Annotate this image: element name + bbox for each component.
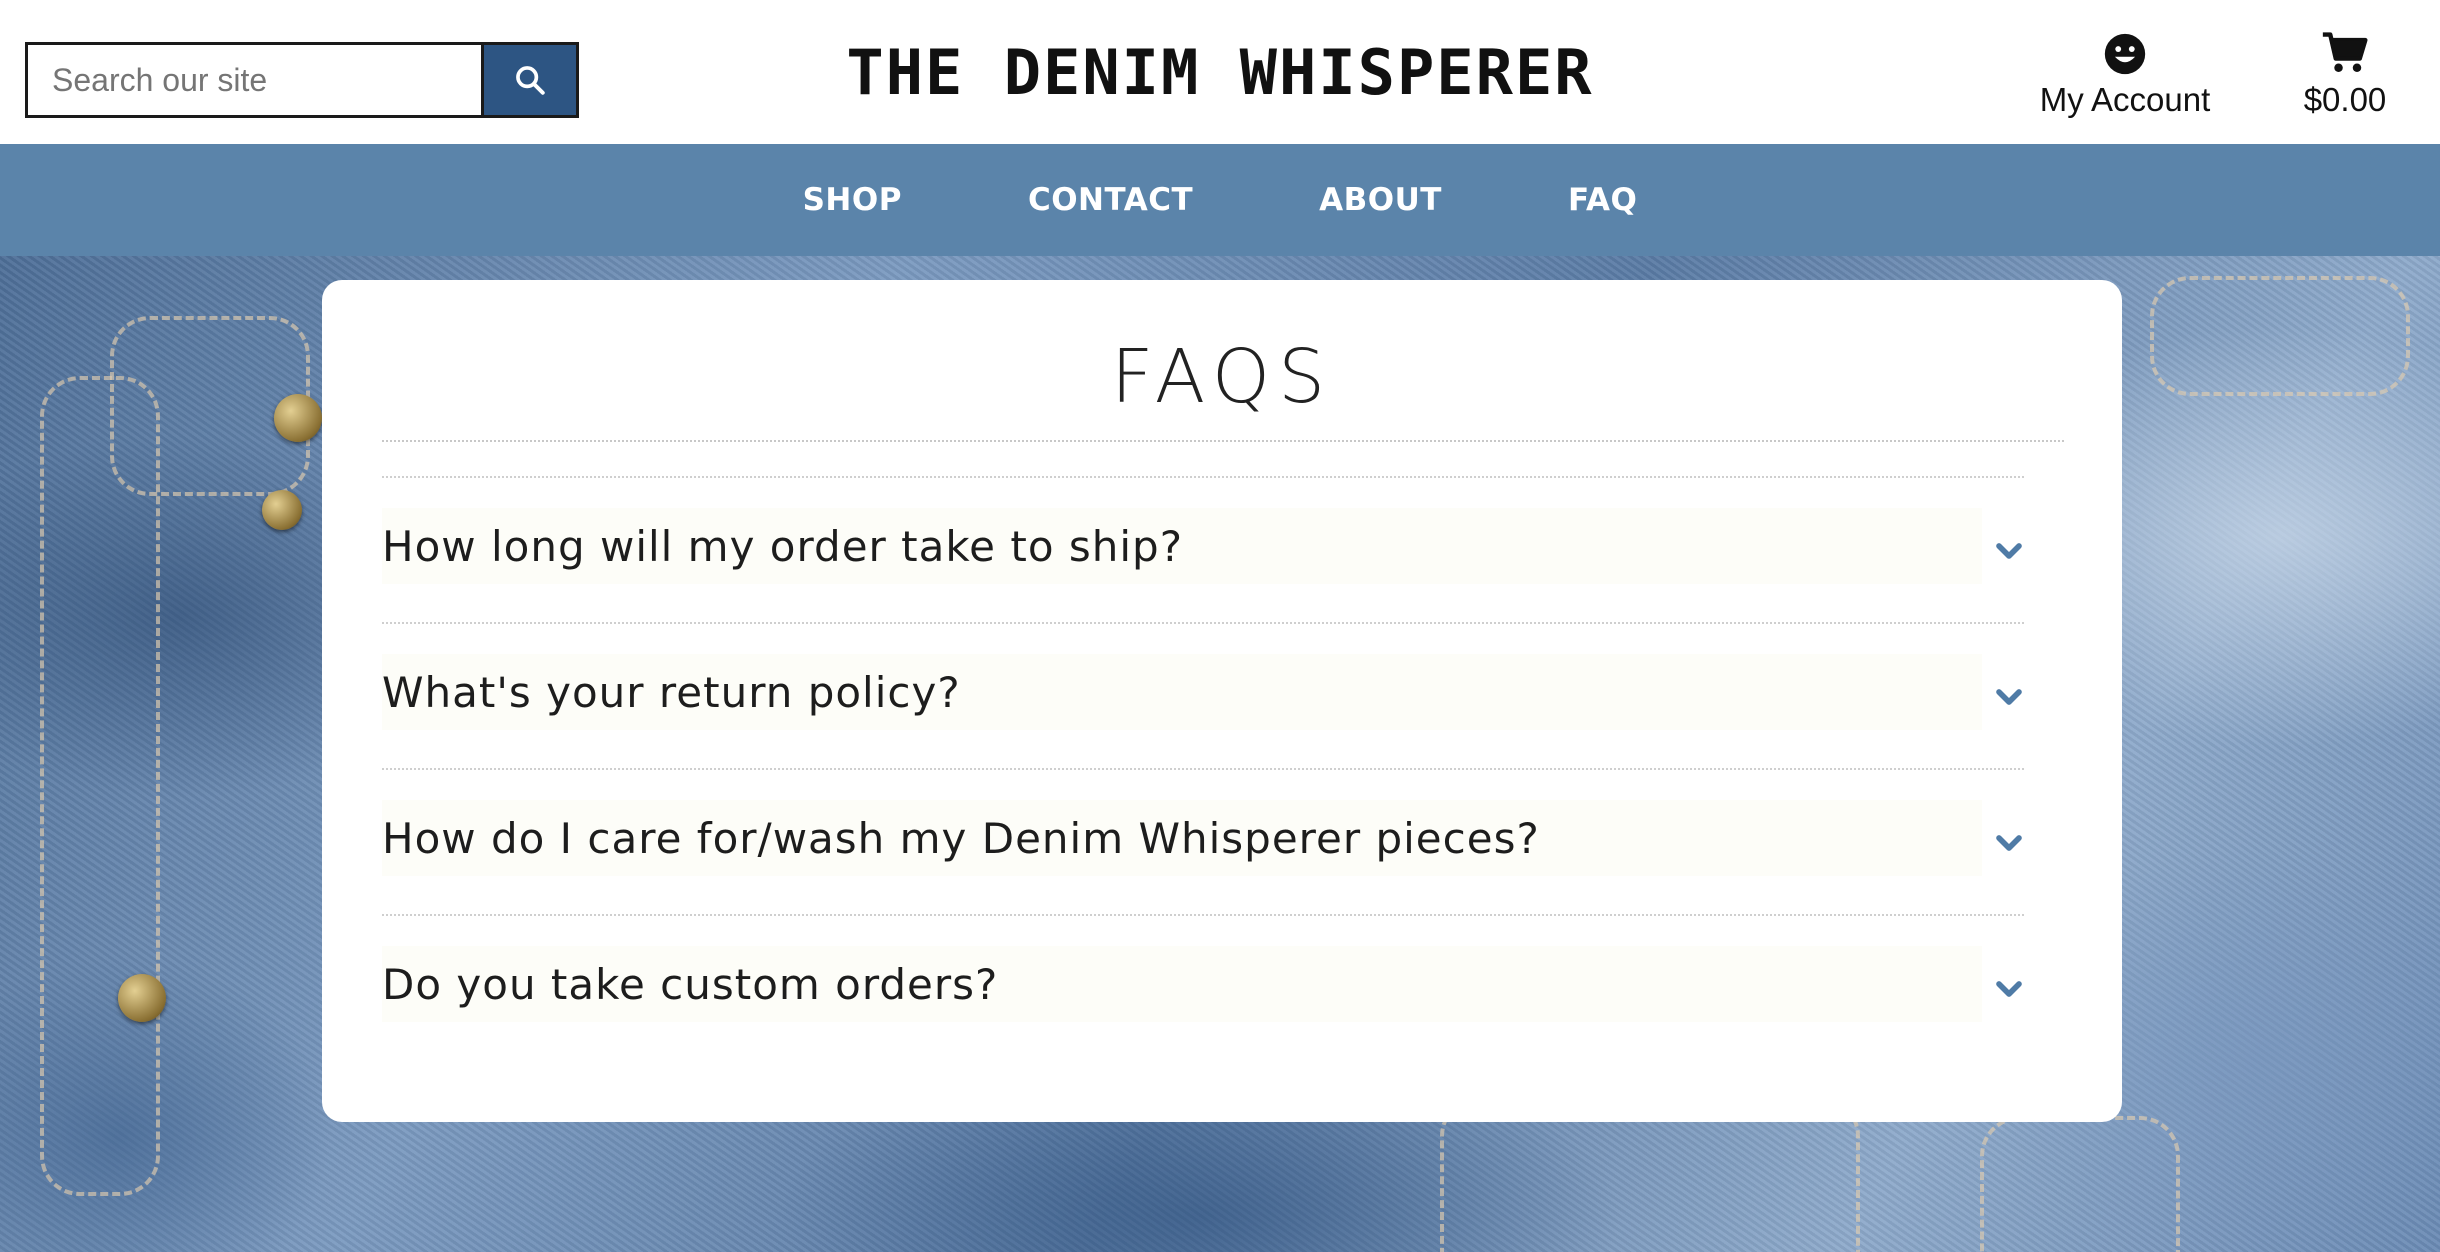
faq-item-custom-orders[interactable]: Do you take custom orders? [382, 914, 2024, 1060]
search-input[interactable] [25, 42, 481, 118]
nav-item-faq[interactable]: FAQ [1568, 182, 1637, 218]
denim-rivet [262, 490, 302, 530]
site-header: THE DENIM WHISPERER My Account $0.00 [0, 0, 2440, 144]
my-account-label: My Account [2039, 81, 2211, 118]
nav-item-shop[interactable]: SHOP [803, 182, 902, 218]
cart-link[interactable]: $0.00 [2290, 30, 2400, 120]
chevron-down-icon[interactable] [1994, 682, 2024, 712]
faq-item-returns[interactable]: What's your return policy? [382, 622, 2024, 768]
brand-name[interactable]: THE DENIM WHISPERER [846, 36, 1593, 109]
main-nav: SHOP CONTACT ABOUT FAQ [0, 144, 2440, 256]
faq-question: How do I care for/wash my Denim Whispere… [382, 814, 1540, 863]
denim-seam [1980, 1116, 2180, 1252]
chevron-down-icon[interactable] [1994, 828, 2024, 858]
faq-question: How long will my order take to ship? [382, 522, 1184, 571]
denim-seam [2150, 276, 2410, 396]
faq-list: How long will my order take to ship? Wha… [382, 476, 2024, 1060]
faq-item-shipping[interactable]: How long will my order take to ship? [382, 476, 2024, 622]
faq-item-care[interactable]: How do I care for/wash my Denim Whispere… [382, 768, 2024, 914]
chevron-down-icon[interactable] [1994, 536, 2024, 566]
cart-total: $0.00 [2303, 81, 2387, 118]
page-title: FAQS [1110, 334, 1334, 420]
nav-item-about[interactable]: ABOUT [1319, 182, 1442, 218]
search-form [25, 42, 579, 118]
faq-question: What's your return policy? [382, 668, 961, 717]
chevron-down-icon[interactable] [1994, 974, 2024, 1004]
faq-question: Do you take custom orders? [382, 960, 999, 1009]
search-icon [516, 66, 545, 95]
nav-item-contact[interactable]: CONTACT [1028, 182, 1193, 218]
cart-icon [2322, 32, 2368, 73]
denim-rivet [274, 394, 322, 442]
my-account-link[interactable]: My Account [2030, 32, 2220, 120]
search-button[interactable] [481, 42, 579, 118]
smiley-icon [2104, 33, 2146, 75]
title-divider [382, 440, 2064, 442]
denim-rivet [118, 974, 166, 1022]
faq-card: FAQS How long will my order take to ship… [322, 280, 2122, 1122]
denim-seam [40, 376, 160, 1196]
